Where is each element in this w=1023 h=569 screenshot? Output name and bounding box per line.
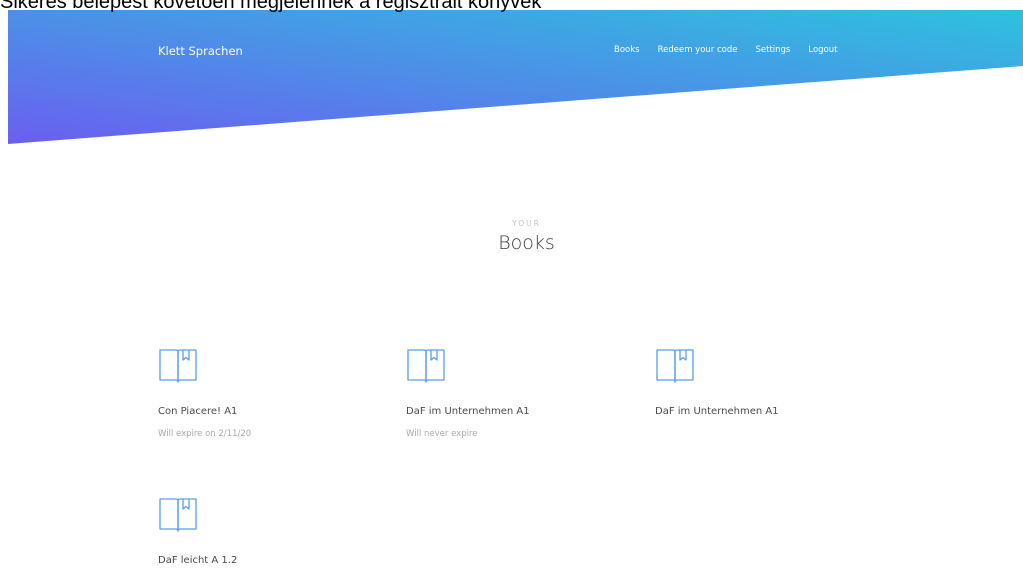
book-title: DaF im Unternehmen A1 xyxy=(655,406,779,417)
brand-logo-text[interactable]: Klett Sprachen xyxy=(158,44,243,58)
nav-redeem-code[interactable]: Redeem your code xyxy=(658,44,738,56)
book-expiry: Will expire on 2/11/20 xyxy=(158,429,252,439)
book-icon xyxy=(656,349,694,383)
book-icon xyxy=(159,349,197,383)
book-icon xyxy=(159,498,197,532)
book-title: Con Piacere! A1 xyxy=(158,406,238,417)
nav-books[interactable]: Books xyxy=(614,44,640,56)
book-card[interactable]: Con Piacere! A1 Will expire on 2/11/20 xyxy=(158,347,388,439)
hero-background xyxy=(8,10,1023,144)
book-card[interactable]: DaF leicht A 1.2 xyxy=(158,496,388,566)
section-kicker: YOUR xyxy=(512,219,541,228)
book-card[interactable]: DaF im Unternehmen A1 xyxy=(655,347,885,417)
hero-banner xyxy=(8,10,1023,150)
book-expiry: Will never expire xyxy=(406,429,478,439)
page: Sikeres belépést követően megjelennek a … xyxy=(0,0,1023,569)
nav-settings[interactable]: Settings xyxy=(756,44,791,56)
book-icon xyxy=(407,349,445,383)
section-title: Books xyxy=(498,232,555,254)
book-title: DaF leicht A 1.2 xyxy=(158,555,238,566)
nav-logout[interactable]: Logout xyxy=(808,44,837,56)
book-card[interactable]: DaF im Unternehmen A1 Will never expire xyxy=(406,347,636,439)
caption-text: Sikeres belépést követően megjelennek a … xyxy=(0,0,542,13)
book-title: DaF im Unternehmen A1 xyxy=(406,406,530,417)
main-nav: Books Redeem your code Settings Logout xyxy=(614,44,855,56)
